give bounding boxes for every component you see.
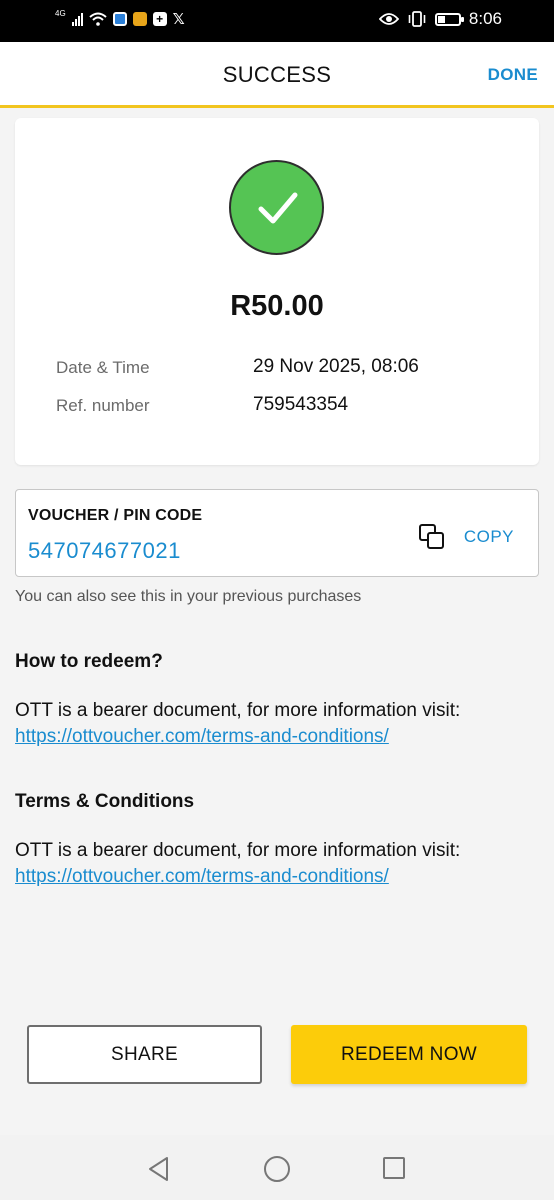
network-type: 4G <box>55 8 66 18</box>
eye-icon <box>378 13 399 25</box>
app-header: SUCCESS DONE <box>0 42 554 108</box>
wifi-icon <box>89 12 107 26</box>
plus-app-icon: + <box>152 12 167 26</box>
page-title: SUCCESS <box>222 62 332 87</box>
redeem-description: OTT is a bearer document, for more infor… <box>15 700 461 721</box>
ref-number-value: 759543354 <box>253 394 349 415</box>
success-check-icon <box>229 160 324 255</box>
redeem-heading: How to redeem? <box>15 651 163 672</box>
status-icons-left: 4G + 𝕏 <box>55 8 185 29</box>
done-button[interactable]: DONE <box>488 65 538 85</box>
system-nav-bar <box>0 1135 554 1200</box>
voucher-box: VOUCHER / PIN CODE 547074677021 COPY <box>15 489 539 577</box>
status-icons-right: 8:06 <box>378 9 502 29</box>
receipt-card: R50.00 Date & Time 29 Nov 2025, 08:06 Re… <box>15 118 539 465</box>
date-time-value: 29 Nov 2025, 08:06 <box>253 356 419 377</box>
terms-description: OTT is a bearer document, for more infor… <box>15 840 461 861</box>
vibrate-icon <box>408 11 426 27</box>
recents-icon[interactable] <box>383 1157 405 1179</box>
redeem-text: OTT is a bearer document, for more infor… <box>15 698 545 750</box>
terms-link[interactable]: https://ottvoucher.com/terms-and-conditi… <box>15 864 545 890</box>
amount-value: R50.00 <box>230 290 324 322</box>
copy-label[interactable]: COPY <box>464 527 514 547</box>
battery-icon <box>434 12 464 26</box>
ref-number-label: Ref. number <box>56 396 150 415</box>
redeem-now-button[interactable]: REDEEM NOW <box>291 1025 527 1084</box>
date-time-label: Date & Time <box>56 358 150 377</box>
share-button[interactable]: SHARE <box>27 1025 262 1084</box>
voucher-code[interactable]: 547074677021 <box>28 538 181 564</box>
terms-text: OTT is a bearer document, for more infor… <box>15 838 545 890</box>
status-bar: 4G + 𝕏 8:06 <box>0 0 554 42</box>
back-icon[interactable] <box>147 1156 171 1182</box>
shield-app-icon <box>112 12 127 26</box>
signal-icon <box>71 12 83 26</box>
x-icon: 𝕏 <box>172 11 185 28</box>
terms-heading: Terms & Conditions <box>15 791 195 812</box>
stack-app-icon <box>132 12 147 26</box>
copy-button[interactable]: COPY <box>418 523 514 551</box>
voucher-hint: You can also see this in your previous p… <box>15 588 362 605</box>
redeem-link[interactable]: https://ottvoucher.com/terms-and-conditi… <box>15 724 545 750</box>
status-time: 8:06 <box>468 9 502 28</box>
copy-icon[interactable] <box>418 523 446 551</box>
home-icon[interactable] <box>264 1156 290 1182</box>
voucher-label: VOUCHER / PIN CODE <box>28 507 203 524</box>
